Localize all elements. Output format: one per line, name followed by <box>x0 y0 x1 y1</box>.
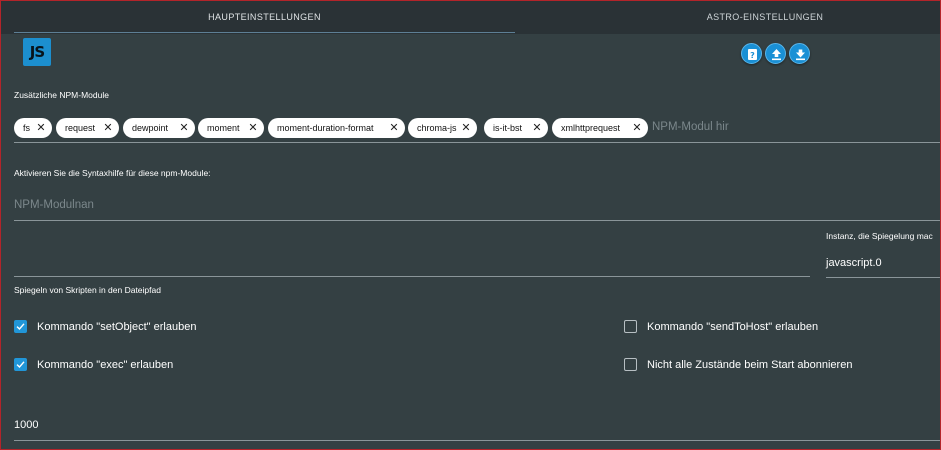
chip-label: chroma-js <box>417 123 457 133</box>
close-icon[interactable]: ✕ <box>461 118 471 138</box>
upload-icon <box>772 49 781 61</box>
npm-modules-label: Zusätzliche NPM-Module <box>14 90 109 100</box>
mirror-path-input[interactable] <box>14 276 810 277</box>
mirror-instance-select[interactable]: javascript.0 <box>826 257 882 269</box>
syntax-input-underline <box>14 220 941 221</box>
tab-bar: HAUPTEINSTELLUNGEN ASTRO-EINSTELLUNGEN <box>0 0 941 34</box>
syntax-module-input[interactable]: NPM-Modulnan <box>14 199 94 211</box>
no-subscribe-label: Nicht alle Zustände beim Start abonniere… <box>647 359 853 371</box>
sendtohost-label: Kommando "sendToHost" erlauben <box>647 321 819 333</box>
close-icon[interactable]: ✕ <box>389 118 399 138</box>
module-chip[interactable]: is-it-bst ✕ <box>484 118 548 138</box>
close-icon[interactable]: ✕ <box>103 118 113 138</box>
chip-label: moment <box>207 123 240 133</box>
mirror-path-label: Spiegeln von Skripten in den Dateipfad <box>14 285 161 295</box>
npm-modules-input[interactable]: fs ✕ request ✕ dewpoint ✕ moment ✕ momen… <box>14 117 941 143</box>
npm-module-placeholder: NPM-Modul hir <box>652 121 729 133</box>
chip-label: xmlhttprequest <box>561 123 621 133</box>
close-icon[interactable]: ✕ <box>179 118 189 138</box>
help-icon: ? <box>748 49 757 60</box>
instance-select-underline <box>826 277 941 278</box>
setobject-checkbox[interactable] <box>14 320 27 333</box>
upload-button[interactable] <box>765 43 786 64</box>
module-chip[interactable]: xmlhttprequest ✕ <box>552 118 648 138</box>
help-button[interactable]: ? <box>741 43 762 64</box>
chip-label: fs <box>23 123 31 133</box>
close-icon[interactable]: ✕ <box>532 118 542 138</box>
tab-main-settings[interactable]: HAUPTEINSTELLUNGEN <box>14 0 515 34</box>
module-chip[interactable]: moment ✕ <box>198 118 264 138</box>
mirror-instance-label: Instanz, die Spiegelung mac <box>826 231 933 241</box>
close-icon[interactable]: ✕ <box>36 118 46 138</box>
number-input[interactable]: 1000 <box>14 419 38 431</box>
setobject-label: Kommando "setObject" erlauben <box>37 321 197 333</box>
settings-panel <box>0 34 941 450</box>
sendtohost-checkbox[interactable] <box>624 320 637 333</box>
module-chip[interactable]: request ✕ <box>56 118 119 138</box>
check-icon <box>16 323 25 331</box>
module-chip[interactable]: dewpoint ✕ <box>123 118 195 138</box>
no-subscribe-checkbox[interactable] <box>624 358 637 371</box>
module-chip[interactable]: fs ✕ <box>14 118 52 138</box>
exec-checkbox[interactable] <box>14 358 27 371</box>
javascript-logo: JS <box>23 38 51 66</box>
exec-label: Kommando "exec" erlauben <box>37 359 174 371</box>
module-chip[interactable]: moment-duration-format ✕ <box>268 118 405 138</box>
chip-label: is-it-bst <box>493 123 522 133</box>
tab-astro-settings[interactable]: ASTRO-EINSTELLUNGEN <box>515 0 941 34</box>
svg-text:?: ? <box>750 51 755 60</box>
chip-label: dewpoint <box>132 123 169 133</box>
check-icon <box>16 361 25 369</box>
close-icon[interactable]: ✕ <box>248 118 258 138</box>
close-icon[interactable]: ✕ <box>632 118 642 138</box>
syntax-help-label: Aktivieren Sie die Syntaxhilfe für diese… <box>14 168 211 178</box>
module-chip[interactable]: chroma-js ✕ <box>408 118 477 138</box>
download-icon <box>796 49 805 61</box>
download-button[interactable] <box>789 43 810 64</box>
chip-label: request <box>65 123 96 133</box>
chip-label: moment-duration-format <box>277 123 374 133</box>
number-input-underline <box>14 440 941 441</box>
